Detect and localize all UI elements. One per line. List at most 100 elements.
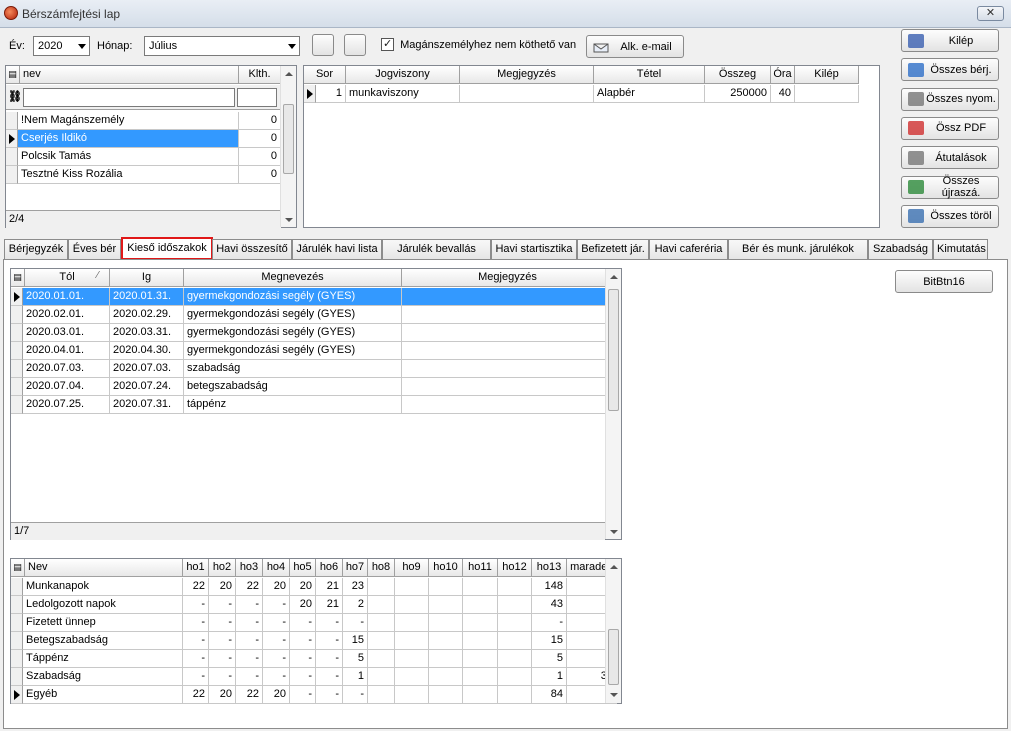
summary-cell-ho2[interactable]: 20 [209,686,236,704]
summary-cell-ho3[interactable]: - [236,632,263,650]
period-cell-megnevezes[interactable]: gyermekgondozási segély (GYES) [184,288,402,306]
summary-cell-ho6[interactable]: 21 [316,578,343,596]
column-header-ho4[interactable]: ho4 [263,559,290,577]
summary-cell-ho12[interactable] [498,578,532,596]
person-name[interactable]: Tesztné Kiss Rozália [18,166,239,184]
period-cell-megjegyzes[interactable] [402,288,614,306]
month-select[interactable]: Július [144,36,300,56]
summary-cell-ho2[interactable]: - [209,668,236,686]
checkbox-checked-icon[interactable] [381,37,394,51]
summary-cell-ho12[interactable] [498,632,532,650]
period-cell-ig[interactable]: 2020.04.30. [110,342,184,360]
summary-cell-ho8[interactable] [368,686,395,704]
summary-cell-ho6[interactable]: - [316,686,343,704]
summary-cell-ho13[interactable]: 43 [532,596,567,614]
summary-cell-ho8[interactable] [368,668,395,686]
summary-cell-ho1[interactable]: - [183,668,209,686]
person-name[interactable]: Polcsik Tamás [18,148,239,166]
column-header-ho9[interactable]: ho9 [395,559,429,577]
column-header-kilep[interactable]: Kilép [795,66,859,84]
tab-ber-es-munk-jarulekok-lista[interactable]: Bér és munk. járulékok lista [728,239,868,273]
column-header-ig[interactable]: Ig [110,269,184,287]
summary-cell-ho11[interactable] [463,614,498,632]
scroll-up-icon[interactable] [610,275,618,279]
transfers-button[interactable]: Átutalások [901,146,999,170]
private-person-checkbox[interactable]: Magánszemélyhez nem köthető van [381,37,576,51]
column-header-klth[interactable]: Klth. [239,66,281,84]
summary-cell-ho13[interactable]: 148 [532,578,567,596]
person-name[interactable]: Cserjés Ildikó [18,130,239,148]
scroll-down-icon[interactable] [610,530,618,534]
column-header-ho5[interactable]: ho5 [290,559,316,577]
period-cell-megnevezes[interactable]: táppénz [184,396,402,414]
job-cell-megjegyzes[interactable] [460,85,594,103]
period-cell-megjegyzes[interactable] [402,324,614,342]
summary-cell-ho2[interactable]: 20 [209,578,236,596]
summary-cell-ho5[interactable]: - [290,614,316,632]
column-header-ho13[interactable]: ho13 [532,559,567,577]
summary-cell-ho9[interactable] [395,632,429,650]
period-cell-megjegyzes[interactable] [402,306,614,324]
column-header-ho6[interactable]: ho6 [316,559,343,577]
bitbtn16-button[interactable]: BitBtn16 [895,270,993,293]
period-cell-ig[interactable]: 2020.02.29. [110,306,184,324]
summary-cell-nev[interactable]: Egyéb [23,686,183,704]
summary-cell-ho10[interactable] [429,668,463,686]
summary-cell-ho12[interactable] [498,596,532,614]
job-cell-kilep[interactable] [795,85,859,103]
column-header-ho1[interactable]: ho1 [183,559,209,577]
all-pdf-button[interactable]: Össz PDF [901,116,999,140]
blank-button-1[interactable] [312,34,334,56]
period-cell-megnevezes[interactable]: gyermekgondozási segély (GYES) [184,324,402,342]
summary-cell-ho7[interactable]: 5 [343,650,368,668]
summary-cell-ho1[interactable]: - [183,596,209,614]
period-cell-ig[interactable]: 2020.07.03. [110,360,184,378]
scroll-down-icon[interactable] [285,218,293,222]
exit-button[interactable]: Kilép [901,29,999,52]
column-header-ho12[interactable]: ho12 [498,559,532,577]
summary-cell-ho8[interactable] [368,632,395,650]
person-klth[interactable]: 0 [239,148,281,166]
scroll-down-icon[interactable] [610,693,618,697]
summary-cell-ho5[interactable]: - [290,632,316,650]
column-header-osszeg[interactable]: Összeg [705,66,771,84]
period-cell-megjegyzes[interactable] [402,396,614,414]
summary-cell-ho6[interactable]: 21 [316,596,343,614]
summary-cell-nev[interactable]: Szabadság [23,668,183,686]
period-cell-megnevezes[interactable]: betegszabadság [184,378,402,396]
person-klth[interactable]: 0 [239,166,281,184]
summary-cell-ho11[interactable] [463,632,498,650]
tab-havi-cafereria[interactable]: Havi caferéria [649,239,728,259]
summary-cell-ho5[interactable]: - [290,668,316,686]
summary-cell-ho4[interactable]: - [263,614,290,632]
all-payslips-button[interactable]: Összes bérj. [901,58,999,82]
job-cell-tetel[interactable]: Alapbér [594,85,705,103]
summary-cell-ho3[interactable]: - [236,596,263,614]
summary-cell-ho12[interactable] [498,650,532,668]
summary-cell-ho6[interactable]: - [316,650,343,668]
job-cell-osszeg[interactable]: 250000 [705,85,771,103]
scroll-thumb[interactable] [608,289,619,411]
summary-cell-ho6[interactable]: - [316,632,343,650]
summary-cell-ho2[interactable]: - [209,596,236,614]
summary-cell-ho8[interactable] [368,614,395,632]
column-header-megjegyzes[interactable]: Megjegyzés [402,269,614,287]
summary-cell-ho7[interactable]: - [343,686,368,704]
person-name[interactable]: !Nem Magánszemély [18,112,239,130]
column-header-ho2[interactable]: ho2 [209,559,236,577]
summary-cell-ho8[interactable] [368,578,395,596]
column-header-ho11[interactable]: ho11 [463,559,498,577]
column-header-ho8[interactable]: ho8 [368,559,395,577]
summary-cell-ho10[interactable] [429,578,463,596]
summary-cell-ho9[interactable] [395,596,429,614]
email-button[interactable]: Alk. e-mail [586,35,684,58]
persons-scrollbar[interactable] [280,66,296,227]
summary-cell-ho12[interactable] [498,686,532,704]
tab-kieso-idoszakok[interactable]: Kieső időszakok [121,237,213,260]
summary-cell-ho3[interactable]: 22 [236,686,263,704]
summary-cell-ho10[interactable] [429,650,463,668]
summary-cell-ho7[interactable]: - [343,614,368,632]
summary-cell-ho13[interactable]: - [532,614,567,632]
summary-cell-ho7[interactable]: 23 [343,578,368,596]
summary-cell-ho7[interactable]: 15 [343,632,368,650]
